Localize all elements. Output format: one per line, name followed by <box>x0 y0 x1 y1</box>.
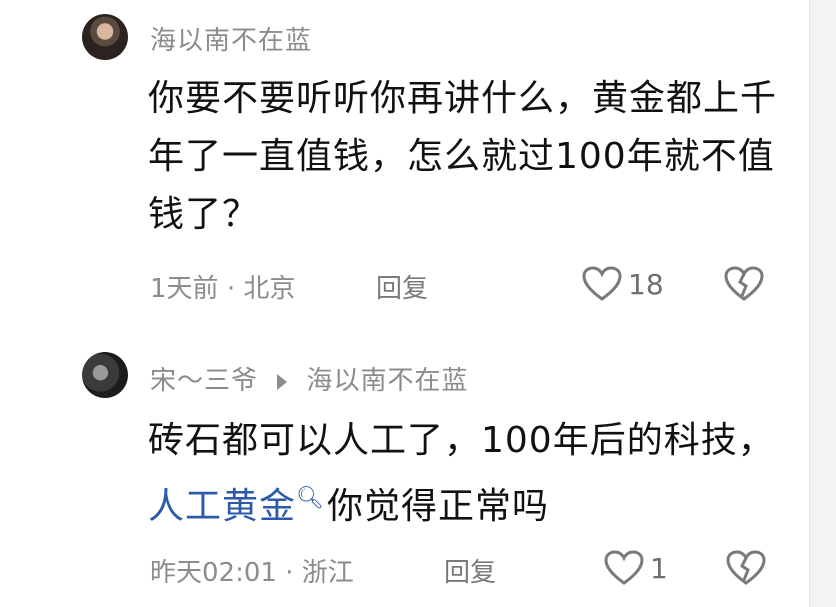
search-link[interactable]: 人工黄金 <box>148 486 296 527</box>
avatar[interactable] <box>82 14 128 60</box>
broken-heart-icon[interactable] <box>724 266 764 302</box>
comment-2: 宋～三爷 海以南不在蓝 砖石都可以人工了，100年后的科技，人工黄金🔍︎你觉得正… <box>0 340 810 607</box>
comment-meta: 1天前 · 北京 <box>150 274 296 304</box>
comment-time: 昨天02:01 <box>150 558 277 588</box>
broken-heart-icon[interactable] <box>726 550 766 586</box>
comment-location: 浙江 <box>301 558 354 588</box>
avatar[interactable] <box>82 352 128 398</box>
comment-text: 你要不要听听你再讲什么，黄金都上千年了一直值钱，怎么就过100年就不值钱了？ <box>148 78 778 235</box>
search-icon[interactable]: 🔍︎ <box>296 486 325 511</box>
heart-icon <box>604 550 644 585</box>
reply-button[interactable]: 回复 <box>376 268 428 305</box>
comment-time: 1天前 <box>150 274 219 304</box>
comment-meta: 昨天02:01 · 浙江 <box>150 558 354 588</box>
reply-to-username[interactable]: 海以南不在蓝 <box>307 366 469 396</box>
comment-text: 砖石都可以人工了，100年后的科技，人工黄金🔍︎你觉得正常吗 <box>148 420 775 527</box>
like-button[interactable]: 18 <box>582 266 664 302</box>
scroll-edge <box>809 0 836 607</box>
heart-icon <box>582 266 622 301</box>
reply-button[interactable]: 回复 <box>444 552 496 589</box>
like-button[interactable]: 1 <box>604 550 668 586</box>
reply-header: 宋～三爷 海以南不在蓝 <box>150 360 469 397</box>
comment-location: 北京 <box>243 274 296 304</box>
comment-1: 海以南不在蓝 你要不要听听你再讲什么，黄金都上千年了一直值钱，怎么就过100年就… <box>0 0 810 330</box>
reply-arrow-icon <box>277 373 288 390</box>
like-count: 18 <box>628 267 664 301</box>
like-count: 1 <box>650 551 668 585</box>
username[interactable]: 宋～三爷 <box>150 366 258 396</box>
username[interactable]: 海以南不在蓝 <box>150 20 312 57</box>
